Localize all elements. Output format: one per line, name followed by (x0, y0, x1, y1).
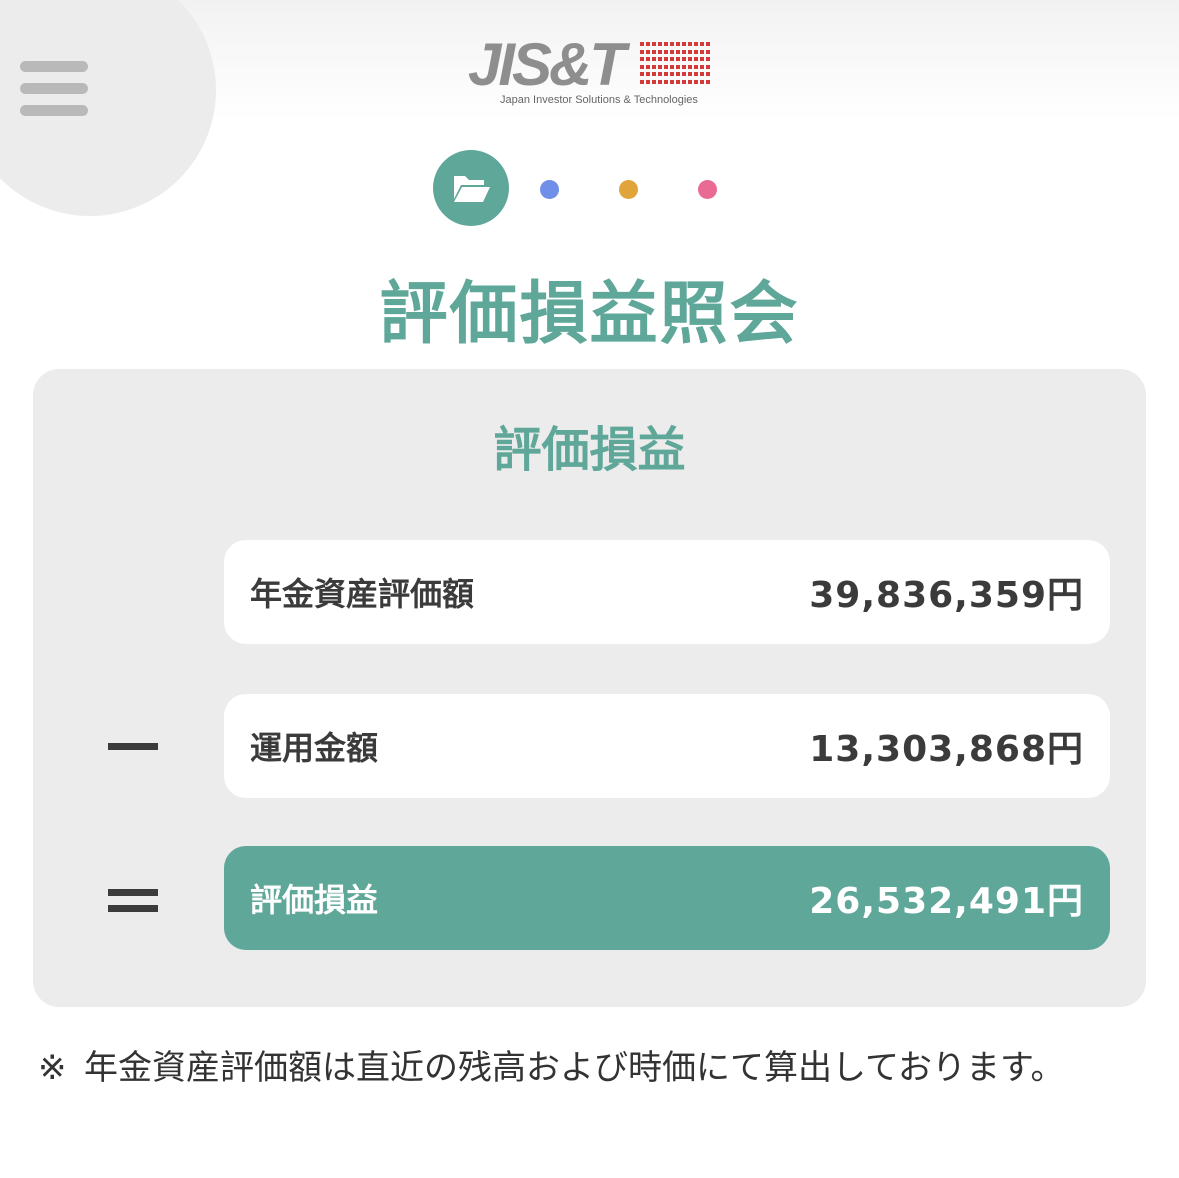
equals-operator-bar (108, 905, 158, 912)
note-text: 年金資産評価額は直近の残高および時価にて算出しております。 (84, 1048, 1065, 1088)
logo-stripes-icon (640, 42, 712, 92)
row-value: 26,532,491円 (809, 881, 1084, 922)
row-label: 評価損益 (250, 881, 379, 919)
folder-open-icon (454, 176, 490, 202)
step-dot-3[interactable] (619, 180, 638, 199)
pension-asset-row: 年金資産評価額 39,836,359円 (224, 540, 1110, 644)
step-indicator-active[interactable] (433, 150, 509, 226)
step-dot-4[interactable] (698, 180, 717, 199)
row-label: 年金資産評価額 (250, 575, 475, 613)
logo-tagline: Japan Investor Solutions & Technologies (500, 94, 698, 106)
investment-amount-row: 運用金額 13,303,868円 (224, 694, 1110, 798)
menu-button[interactable] (0, 0, 216, 216)
note-mark: ※ (38, 1048, 67, 1088)
valuation-gain-row: 評価損益 26,532,491円 (224, 846, 1110, 950)
row-value: 39,836,359円 (809, 575, 1084, 616)
footnote: ※ 年金資産評価額は直近の残高および時価にて算出しております。 (38, 1042, 1148, 1094)
menu-icon (20, 61, 88, 72)
step-dot-2[interactable] (540, 180, 559, 199)
logo-text: JIS&T (468, 31, 626, 98)
jist-logo[interactable]: JIS&T Japan Investor Solutions & Technol… (468, 31, 714, 112)
page-title: 評価損益照会 (379, 275, 800, 354)
equals-operator (108, 889, 158, 896)
row-label: 運用金額 (250, 729, 379, 767)
minus-operator (108, 743, 158, 750)
panel-title: 評価損益 (493, 422, 686, 478)
row-value: 13,303,868円 (809, 729, 1084, 770)
menu-icon-bar (20, 105, 88, 116)
menu-icon-bar (20, 83, 88, 94)
